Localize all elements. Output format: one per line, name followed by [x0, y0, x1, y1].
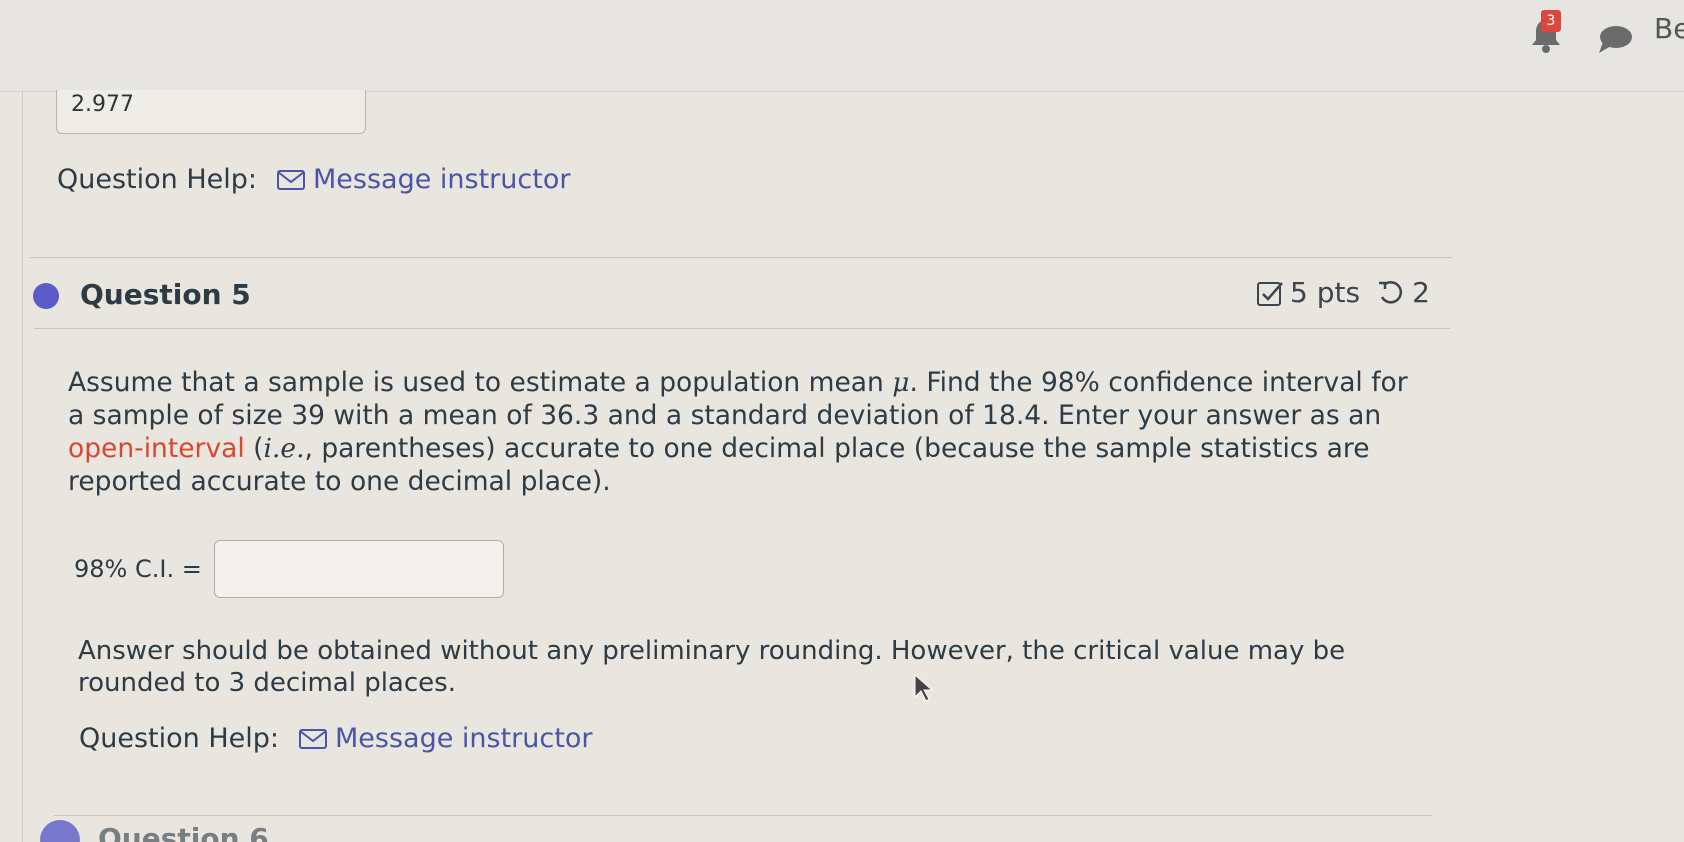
confidence-interval-label: 98% C.I. =: [74, 555, 202, 583]
question-text: Assume that a sample is used to estimate…: [68, 366, 1408, 498]
question-help: Question Help: Message instructor: [79, 723, 592, 754]
open-interval-term: open-interval: [68, 433, 245, 464]
next-question-status-dot: [40, 820, 80, 842]
question-divider: [30, 257, 1452, 258]
retries-remaining: 2: [1412, 276, 1430, 309]
notification-count-badge: 3: [1541, 10, 1561, 32]
question-divider: [54, 815, 1432, 816]
mu-symbol: μ: [892, 367, 910, 398]
retry-icon: [1379, 280, 1403, 304]
user-name-link[interactable]: Be: [1654, 12, 1684, 45]
chat-bubble-icon[interactable]: [1597, 24, 1633, 54]
confidence-interval-row: 98% C.I. =: [74, 540, 504, 598]
next-question-title: Question 6: [98, 822, 269, 842]
message-instructor-link[interactable]: Message instructor: [313, 164, 570, 195]
top-navigation-bar: [0, 0, 1684, 92]
envelope-icon[interactable]: [277, 169, 305, 190]
previous-question-help: Question Help: Message instructor: [57, 164, 570, 195]
question-text-part: Assume that a sample is used to estimate…: [68, 367, 893, 398]
message-instructor-link[interactable]: Message instructor: [335, 723, 592, 754]
question-help-label: Question Help:: [57, 164, 257, 195]
envelope-icon[interactable]: [299, 728, 327, 749]
question-points: 5 pts 2: [1256, 276, 1430, 309]
ie-abbreviation: i.e.: [263, 433, 305, 464]
mouse-cursor-icon: [914, 673, 934, 702]
rounding-note: Answer should be obtained without any pr…: [78, 636, 1346, 698]
previous-answer-field[interactable]: 2.977: [56, 90, 366, 134]
points-value: 5 pts: [1290, 276, 1361, 309]
question-title: Question 5: [80, 278, 251, 311]
confidence-interval-input[interactable]: [213, 540, 504, 598]
question-status-dot: [33, 283, 59, 309]
question-text-part: (: [244, 433, 264, 464]
question-header-divider: [34, 328, 1450, 329]
content-left-border: [22, 92, 23, 842]
question-help-label: Question Help:: [79, 723, 279, 754]
checkbox-edit-icon: [1257, 281, 1283, 306]
